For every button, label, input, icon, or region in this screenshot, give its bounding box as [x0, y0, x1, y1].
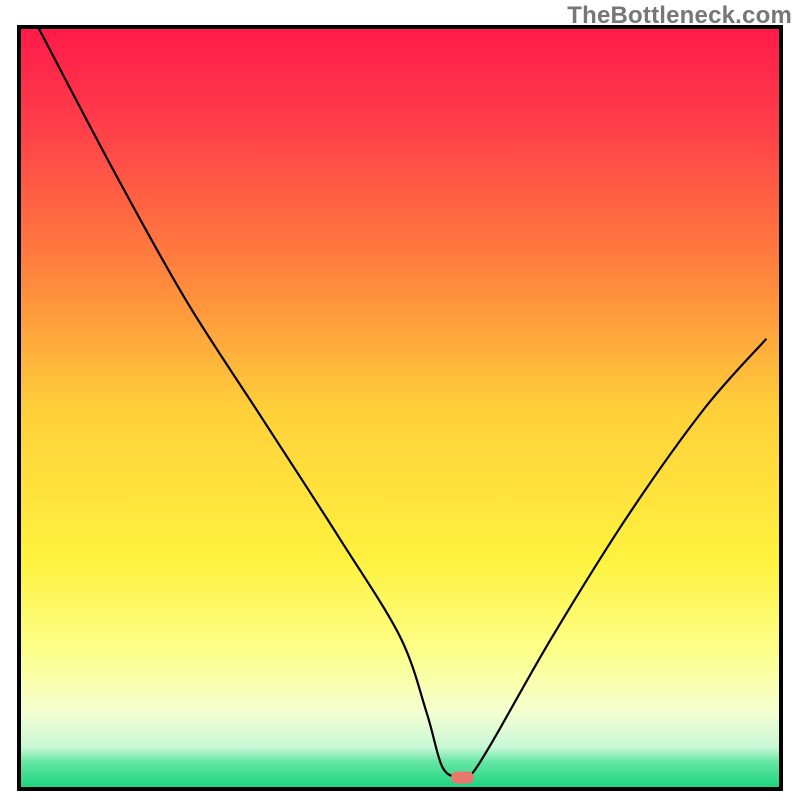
bottleneck-chart — [0, 0, 800, 800]
watermark-text: TheBottleneck.com — [567, 2, 792, 30]
chart-container: TheBottleneck.com — [0, 0, 800, 800]
gradient-background — [19, 27, 781, 789]
min-marker — [451, 771, 474, 783]
